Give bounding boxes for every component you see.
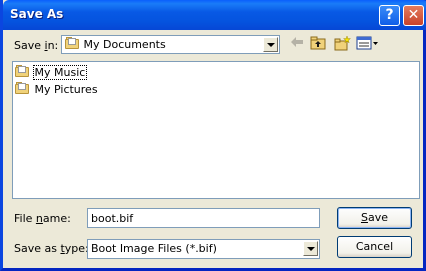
chevron-down-icon[interactable] — [263, 37, 278, 52]
save-as-type-label: Save as type: — [14, 242, 89, 255]
up-folder-icon[interactable] — [309, 36, 327, 54]
folder-icon — [15, 65, 30, 78]
save-in-dropdown[interactable]: My Documents — [61, 35, 280, 54]
file-list[interactable]: My Music My Pictures — [12, 61, 420, 199]
file-name-input[interactable]: boot.bif — [87, 208, 320, 228]
back-arrow-icon[interactable] — [288, 36, 306, 54]
folder-icon — [15, 82, 30, 95]
cancel-button[interactable]: Cancel — [337, 236, 412, 258]
save-as-type-dropdown[interactable]: Boot Image Files (*.bif) — [87, 239, 320, 259]
help-button[interactable]: ? — [379, 5, 400, 26]
save-button[interactable]: Save — [337, 207, 412, 229]
list-item[interactable]: My Music — [15, 65, 88, 81]
save-as-dialog: Save As ? ✕ Save in: My Documents My Mus… — [0, 0, 426, 271]
save-as-type-value: Boot Image Files (*.bif) — [91, 242, 217, 255]
documents-folder-icon — [65, 37, 80, 50]
chevron-down-icon[interactable] — [303, 241, 318, 256]
file-name: My Pictures — [34, 83, 98, 96]
views-menu-icon[interactable] — [356, 36, 380, 54]
list-item[interactable]: My Pictures — [15, 82, 99, 98]
save-in-value: My Documents — [83, 38, 166, 51]
title-bar[interactable]: Save As ? ✕ — [3, 0, 426, 30]
save-in-label: Save in: — [14, 39, 59, 52]
close-button[interactable]: ✕ — [403, 5, 424, 26]
window-title: Save As — [10, 7, 64, 21]
file-name: My Music — [32, 65, 88, 80]
file-name-label: File name: — [14, 212, 71, 225]
new-folder-icon[interactable] — [333, 35, 351, 54]
